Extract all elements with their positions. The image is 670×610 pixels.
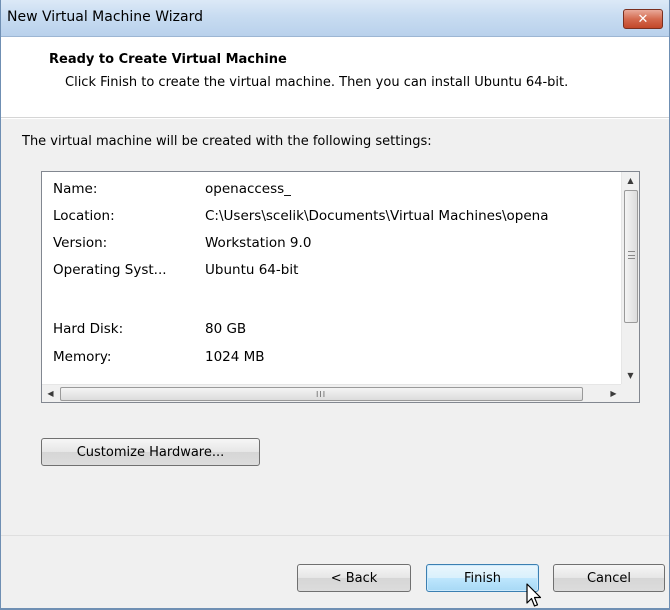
grip-icon xyxy=(628,251,635,259)
scroll-down-arrow-icon[interactable]: ▼ xyxy=(622,367,639,384)
setting-label: Hard Disk: xyxy=(53,321,124,337)
setting-label: Version: xyxy=(53,235,108,251)
settings-intro: The virtual machine will be created with… xyxy=(22,134,432,149)
window-title: New Virtual Machine Wizard xyxy=(7,9,203,25)
customize-hardware-button[interactable]: Customize Hardware... xyxy=(41,438,260,466)
wizard-body: The virtual machine will be created with… xyxy=(1,119,669,535)
title-bar[interactable]: New Virtual Machine Wizard ✕ xyxy=(1,0,669,37)
setting-label: Location: xyxy=(53,208,115,224)
scroll-up-arrow-icon[interactable]: ▲ xyxy=(622,172,639,189)
scroll-corner xyxy=(621,384,639,402)
setting-value: Workstation 9.0 xyxy=(205,235,312,251)
setting-label: Name: xyxy=(53,181,98,197)
horizontal-scrollbar[interactable]: ◀ III ▶ xyxy=(42,384,622,402)
vertical-scrollbar[interactable]: ▲ ▼ xyxy=(621,172,639,384)
setting-value: Ubuntu 64-bit xyxy=(205,262,299,278)
wizard-footer: < Back Finish Cancel xyxy=(1,535,669,608)
settings-listbox[interactable]: Name: openaccess_ Location: C:\Users\sce… xyxy=(41,171,640,403)
mouse-pointer-icon xyxy=(526,583,542,607)
setting-value: 1024 MB xyxy=(205,349,265,365)
page-subtitle: Click Finish to create the virtual machi… xyxy=(65,75,569,90)
settings-list: Name: openaccess_ Location: C:\Users\sce… xyxy=(42,172,622,384)
scroll-right-arrow-icon[interactable]: ▶ xyxy=(605,385,622,402)
cancel-button[interactable]: Cancel xyxy=(553,564,665,592)
setting-value: openaccess_ xyxy=(205,181,291,197)
close-button[interactable]: ✕ xyxy=(623,9,663,29)
close-icon: ✕ xyxy=(637,11,649,27)
wizard-header: Ready to Create Virtual Machine Click Fi… xyxy=(1,38,669,118)
page-title: Ready to Create Virtual Machine xyxy=(49,52,287,67)
setting-value: C:\Users\scelik\Documents\Virtual Machin… xyxy=(205,208,549,224)
setting-value: 80 GB xyxy=(205,321,247,337)
vertical-scroll-thumb[interactable] xyxy=(624,190,638,323)
horizontal-scroll-thumb[interactable]: III xyxy=(60,387,583,401)
setting-label: Memory: xyxy=(53,349,112,365)
wizard-window: New Virtual Machine Wizard ✕ Ready to Cr… xyxy=(0,0,670,610)
grip-icon: III xyxy=(316,390,327,399)
back-button[interactable]: < Back xyxy=(297,564,411,592)
finish-button[interactable]: Finish xyxy=(426,564,539,592)
scroll-left-arrow-icon[interactable]: ◀ xyxy=(42,385,59,402)
setting-label: Operating Syst... xyxy=(53,262,167,278)
